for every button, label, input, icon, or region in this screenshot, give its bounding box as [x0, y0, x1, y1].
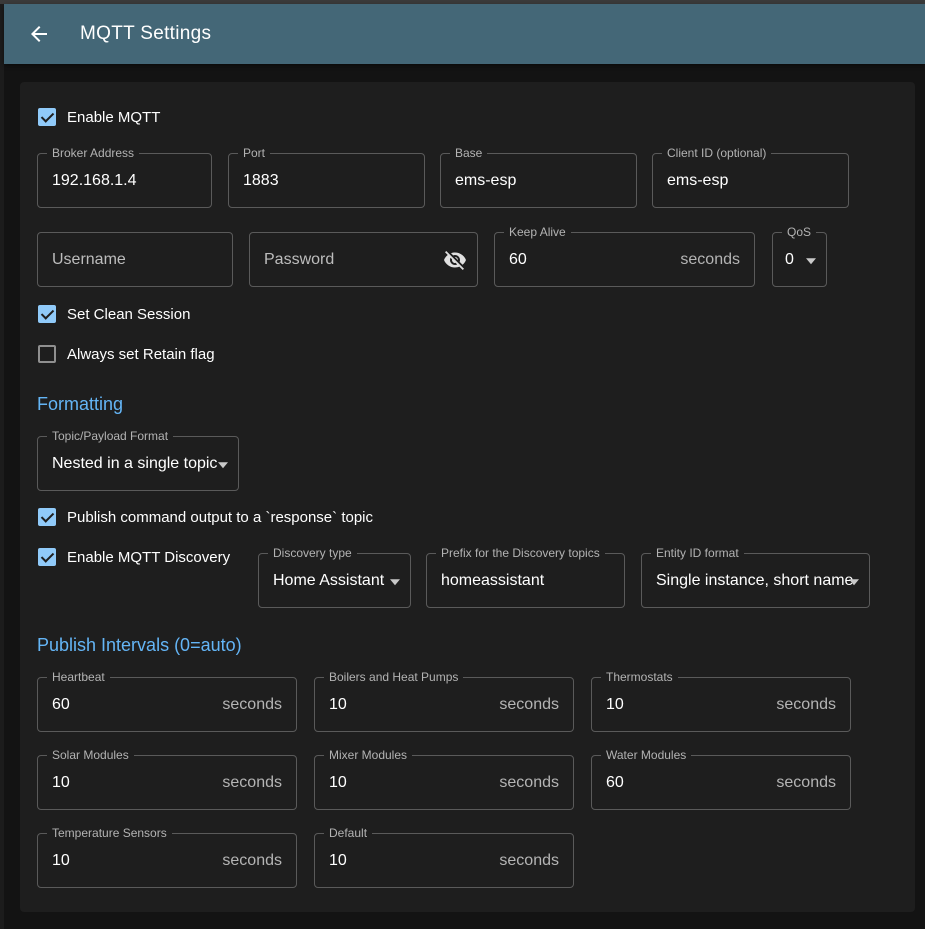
interval-mixer-suffix: seconds	[499, 774, 559, 792]
discovery-type-value: Home Assistant	[273, 572, 384, 590]
interval-solar-field[interactable]: Solar Modules 10 seconds	[37, 755, 297, 810]
publish-intervals-section-title: Publish Intervals (0=auto)	[37, 635, 242, 656]
interval-water-value: 60	[606, 774, 624, 792]
enable-mqtt-checkbox[interactable]	[38, 108, 56, 126]
username-placeholder: Username	[52, 251, 126, 269]
publish-response-label: Publish command output to a `response` t…	[67, 509, 373, 526]
enable-discovery-label: Enable MQTT Discovery	[67, 549, 230, 566]
client-id-value: ems-esp	[667, 172, 728, 190]
interval-thermostats-suffix: seconds	[776, 696, 836, 714]
keep-alive-label: Keep Alive	[504, 225, 571, 239]
broker-address-value: 192.168.1.4	[52, 172, 137, 190]
interval-mixer-field[interactable]: Mixer Modules 10 seconds	[314, 755, 574, 810]
interval-boilers-field[interactable]: Boilers and Heat Pumps 10 seconds	[314, 677, 574, 732]
discovery-prefix-label: Prefix for the Discovery topics	[436, 546, 605, 560]
interval-heartbeat-suffix: seconds	[222, 696, 282, 714]
interval-default-field[interactable]: Default 10 seconds	[314, 833, 574, 888]
mqtt-settings-card: Enable MQTT Broker Address 192.168.1.4 P…	[20, 82, 915, 912]
enable-discovery-checkbox[interactable]	[38, 548, 56, 566]
back-button[interactable]	[26, 21, 52, 47]
clean-session-checkbox[interactable]	[38, 305, 56, 323]
formatting-section-title: Formatting	[37, 394, 123, 415]
page-title: MQTT Settings	[80, 23, 211, 45]
base-value: ems-esp	[455, 172, 516, 190]
dropdown-arrow-icon	[218, 462, 228, 468]
retain-flag-label: Always set Retain flag	[67, 346, 215, 363]
dropdown-arrow-icon	[390, 579, 400, 585]
clean-session-label: Set Clean Session	[67, 306, 190, 323]
interval-default-suffix: seconds	[499, 852, 559, 870]
topic-format-select[interactable]: Topic/Payload Format Nested in a single …	[37, 436, 239, 491]
interval-solar-label: Solar Modules	[47, 748, 134, 762]
port-label: Port	[238, 146, 270, 160]
interval-temperature-suffix: seconds	[222, 852, 282, 870]
dropdown-arrow-icon	[806, 258, 816, 264]
interval-water-label: Water Modules	[601, 748, 691, 762]
interval-boilers-label: Boilers and Heat Pumps	[324, 670, 463, 684]
interval-solar-suffix: seconds	[222, 774, 282, 792]
interval-heartbeat-value: 60	[52, 696, 70, 714]
interval-default-value: 10	[329, 852, 347, 870]
interval-boilers-value: 10	[329, 696, 347, 714]
base-field[interactable]: Base ems-esp	[440, 153, 637, 208]
dropdown-arrow-icon	[849, 579, 859, 585]
base-label: Base	[450, 146, 487, 160]
client-id-field[interactable]: Client ID (optional) ems-esp	[652, 153, 849, 208]
discovery-prefix-field[interactable]: Prefix for the Discovery topics homeassi…	[426, 553, 625, 608]
interval-water-suffix: seconds	[776, 774, 836, 792]
broker-address-field[interactable]: Broker Address 192.168.1.4	[37, 153, 212, 208]
retain-flag-row: Always set Retain flag	[38, 345, 215, 363]
arrow-back-icon	[27, 22, 51, 46]
interval-temperature-label: Temperature Sensors	[47, 826, 172, 840]
port-field[interactable]: Port 1883	[228, 153, 425, 208]
interval-solar-value: 10	[52, 774, 70, 792]
interval-mixer-label: Mixer Modules	[324, 748, 412, 762]
interval-boilers-suffix: seconds	[499, 696, 559, 714]
qos-label: QoS	[782, 225, 816, 239]
interval-default-label: Default	[324, 826, 372, 840]
interval-temperature-value: 10	[52, 852, 70, 870]
interval-thermostats-field[interactable]: Thermostats 10 seconds	[591, 677, 851, 732]
window-left-edge	[0, 4, 4, 929]
discovery-type-label: Discovery type	[268, 546, 357, 560]
entity-id-format-label: Entity ID format	[651, 546, 744, 560]
publish-response-checkbox[interactable]	[38, 508, 56, 526]
keep-alive-field[interactable]: Keep Alive 60 seconds	[494, 232, 755, 287]
visibility-off-icon[interactable]	[443, 248, 467, 272]
publish-response-row: Publish command output to a `response` t…	[38, 508, 373, 526]
qos-value: 0	[785, 251, 794, 269]
topic-format-value: Nested in a single topic	[52, 455, 217, 473]
password-field[interactable]: Password	[249, 232, 478, 287]
entity-id-format-select[interactable]: Entity ID format Single instance, short …	[641, 553, 870, 608]
password-placeholder: Password	[264, 251, 334, 269]
discovery-prefix-value: homeassistant	[441, 572, 544, 590]
interval-thermostats-label: Thermostats	[601, 670, 678, 684]
port-value: 1883	[243, 172, 279, 190]
interval-mixer-value: 10	[329, 774, 347, 792]
client-id-label: Client ID (optional)	[662, 146, 771, 160]
entity-id-format-value: Single instance, short name	[656, 572, 853, 590]
interval-heartbeat-field[interactable]: Heartbeat 60 seconds	[37, 677, 297, 732]
discovery-type-select[interactable]: Discovery type Home Assistant	[258, 553, 411, 608]
interval-heartbeat-label: Heartbeat	[47, 670, 110, 684]
clean-session-row: Set Clean Session	[38, 305, 190, 323]
keep-alive-value: 60	[509, 251, 527, 269]
enable-mqtt-label: Enable MQTT	[67, 109, 160, 126]
interval-water-field[interactable]: Water Modules 60 seconds	[591, 755, 851, 810]
username-field[interactable]: Username	[37, 232, 233, 287]
interval-temperature-field[interactable]: Temperature Sensors 10 seconds	[37, 833, 297, 888]
enable-discovery-row: Enable MQTT Discovery	[38, 548, 230, 566]
keep-alive-suffix: seconds	[680, 251, 740, 269]
broker-address-label: Broker Address	[47, 146, 139, 160]
enable-mqtt-row: Enable MQTT	[38, 108, 160, 126]
retain-flag-checkbox[interactable]	[38, 345, 56, 363]
app-bar: MQTT Settings	[4, 4, 925, 64]
interval-thermostats-value: 10	[606, 696, 624, 714]
qos-select[interactable]: QoS 0	[772, 232, 827, 287]
topic-format-label: Topic/Payload Format	[47, 429, 173, 443]
